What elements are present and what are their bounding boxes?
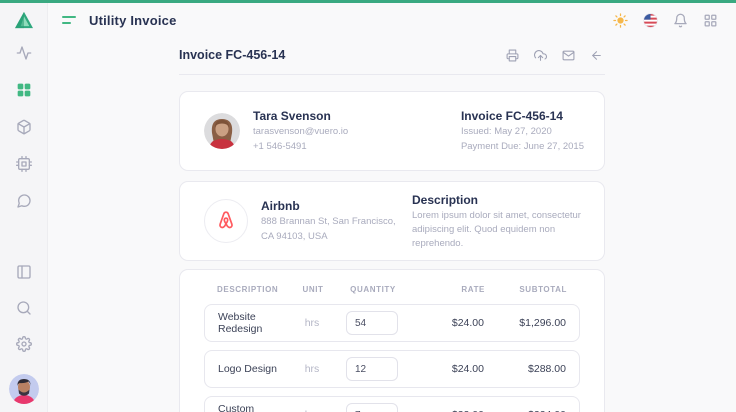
quantity-input[interactable]: [346, 357, 398, 381]
search-icon[interactable]: [16, 300, 32, 316]
sun-icon[interactable]: [613, 13, 628, 28]
dashboard-icon[interactable]: [16, 82, 32, 98]
customer-card: Tara Svenson tarasvenson@vuero.io +1 546…: [179, 91, 605, 171]
airbnb-logo-icon: [214, 209, 238, 233]
invoice-due-date: Payment Due: June 27, 2015: [461, 140, 584, 154]
invoice-issued-date: Issued: May 27, 2020: [461, 125, 584, 139]
navbar: Utility Invoice: [48, 3, 736, 37]
table-header: DESCRIPTION UNIT QUANTITY RATE SUBTOTAL: [204, 285, 580, 294]
app-window: Utility Invoice: [0, 0, 736, 412]
row-rate: $24.00: [418, 317, 484, 329]
quantity-input[interactable]: [346, 311, 398, 335]
header-description: DESCRIPTION: [217, 285, 295, 294]
bell-icon[interactable]: [673, 13, 688, 28]
cpu-icon[interactable]: [16, 156, 32, 172]
company-address-line1: 888 Brannan St, San Francisco,: [261, 215, 396, 229]
customer-avatar-image: [204, 113, 240, 149]
invoice-number: Invoice FC-456-14: [461, 108, 584, 125]
invoice-meta-block: Invoice FC-456-14 Issued: May 27, 2020 P…: [461, 108, 584, 154]
box-icon[interactable]: [16, 119, 32, 135]
menu-toggle-icon[interactable]: [62, 14, 78, 26]
customer-phone: +1 546-5491: [253, 140, 348, 154]
apps-grid-icon[interactable]: [703, 13, 718, 28]
language-flag-icon[interactable]: [643, 13, 658, 28]
sidebar: [0, 3, 48, 412]
row-description: Custom Illustrations: [218, 403, 294, 412]
company-address-line2: CA 94103, USA: [261, 230, 396, 244]
navbar-title: Utility Invoice: [89, 13, 177, 28]
page-header: Invoice FC-456-14: [179, 37, 605, 75]
description-block: Description Lorem ipsum dolor sit amet, …: [412, 192, 584, 251]
navbar-actions: [613, 13, 718, 28]
table-row: Logo Design hrs $24.00 $288.00: [204, 350, 580, 388]
mail-icon[interactable]: [562, 49, 575, 62]
invoice-column: Invoice FC-456-14: [179, 37, 605, 412]
vuero-logo-icon: [14, 11, 34, 29]
user-avatar-image: [9, 374, 39, 404]
line-items-card: DESCRIPTION UNIT QUANTITY RATE SUBTOTAL …: [179, 269, 605, 412]
quantity-input[interactable]: [346, 403, 398, 412]
activity-icon[interactable]: [16, 45, 32, 61]
description-title: Description: [412, 192, 584, 209]
panels-icon[interactable]: [16, 264, 32, 280]
row-description: Website Redesign: [218, 311, 294, 335]
upload-cloud-icon[interactable]: [534, 49, 547, 62]
sidebar-bottom: [9, 264, 39, 404]
invoice-actions: [506, 49, 603, 62]
row-rate: $24.00: [418, 363, 484, 375]
row-unit: hrs: [294, 317, 330, 329]
content-area: Invoice FC-456-14: [48, 37, 736, 412]
header-rate: RATE: [419, 285, 485, 294]
table-row: Custom Illustrations hrs $32.00 $224.00: [204, 396, 580, 412]
company-card: Airbnb 888 Brannan St, San Francisco, CA…: [179, 181, 605, 261]
header-subtotal: SUBTOTAL: [485, 285, 567, 294]
sidebar-nav: [16, 45, 32, 209]
app-logo[interactable]: [14, 3, 34, 37]
customer-name: Tara Svenson: [253, 108, 348, 125]
user-avatar[interactable]: [9, 374, 39, 404]
customer-email: tarasvenson@vuero.io: [253, 125, 348, 139]
header-unit: UNIT: [295, 285, 331, 294]
company-block: Airbnb 888 Brannan St, San Francisco, CA…: [204, 198, 396, 244]
company-logo: [204, 199, 248, 243]
main-area: Utility Invoice: [48, 3, 736, 412]
print-icon[interactable]: [506, 49, 519, 62]
header-quantity: QUANTITY: [341, 285, 405, 294]
row-unit: hrs: [294, 363, 330, 375]
description-text: Lorem ipsum dolor sit amet, consectetur …: [412, 209, 584, 250]
back-arrow-icon[interactable]: [590, 49, 603, 62]
customer-avatar: [204, 113, 240, 149]
page-title: Invoice FC-456-14: [179, 48, 285, 62]
settings-icon[interactable]: [16, 336, 32, 352]
row-subtotal: $1,296.00: [484, 317, 566, 329]
customer-block: Tara Svenson tarasvenson@vuero.io +1 546…: [204, 108, 348, 154]
table-row: Website Redesign hrs $24.00 $1,296.00: [204, 304, 580, 342]
chat-icon[interactable]: [16, 193, 32, 209]
row-subtotal: $288.00: [484, 363, 566, 375]
company-name: Airbnb: [261, 198, 396, 215]
row-description: Logo Design: [218, 363, 294, 375]
